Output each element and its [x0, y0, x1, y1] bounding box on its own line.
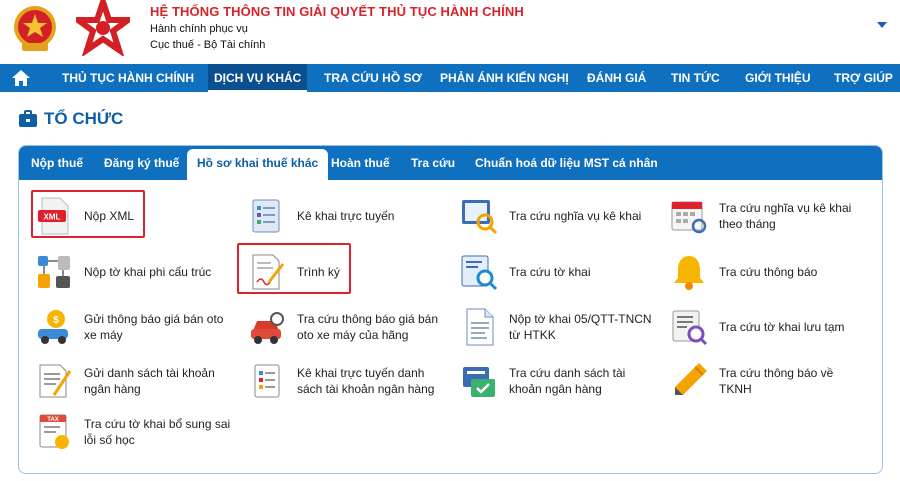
tab-tra-cuu[interactable]: Tra cứu [411, 146, 455, 180]
nav-item-dich-vu-khac[interactable]: DỊCH VỤ KHÁC [208, 64, 308, 92]
nav-item-tin-tuc[interactable]: TIN TỨC [671, 64, 720, 92]
home-icon[interactable] [12, 70, 30, 86]
car-lookup-icon [251, 312, 284, 344]
tab-bar: Nộp thuế Đăng ký thuế Hồ sơ khai thuế kh… [19, 146, 882, 180]
tax-logo-icon [76, 0, 130, 56]
service-label: Kê khai trực tuyến danh sách tài khoản n… [297, 366, 435, 396]
national-emblem-icon [14, 6, 56, 51]
service-nop-xml[interactable]: XML Nộp XML [34, 196, 134, 236]
service-label: Gửi thông báo giá bán oto xe máy [84, 312, 224, 342]
agency-name: Cục thuế - Bộ Tài chính [150, 39, 266, 51]
nav-item-thu-tuc[interactable]: THỦ TỤC HÀNH CHÍNH [62, 64, 194, 92]
service-ke-khai-danh-sach-tknh[interactable]: Kê khai trực tuyến danh sách tài khoản n… [247, 361, 447, 401]
document-icon [466, 308, 494, 346]
vehicle-price-icon: $ [38, 310, 68, 344]
svg-text:$: $ [53, 315, 59, 326]
chevron-down-icon[interactable] [877, 22, 887, 28]
main-nav: THỦ TỤC HÀNH CHÍNH DỊCH VỤ KHÁC TRA CỨU … [0, 64, 900, 92]
service-thong-bao-tknh[interactable]: Tra cứu thông báo về TKNH [669, 361, 869, 401]
section-title-text: TỔ CHỨC [44, 109, 124, 128]
nav-item-phan-anh[interactable]: PHẢN ÁNH KIẾN NGHỊ [440, 64, 569, 92]
service-label: Tra cứu tờ khai [509, 265, 591, 279]
service-nghia-vu-theo-thang[interactable]: Tra cứu nghĩa vụ kê khai theo tháng [669, 196, 869, 236]
service-tra-cuu-nghia-vu[interactable]: Tra cứu nghĩa vụ kê khai [459, 196, 641, 236]
service-label: Kê khai trực tuyến [297, 209, 395, 223]
service-ke-khai-truc-tuyen[interactable]: Kê khai trực tuyến [247, 196, 394, 236]
service-label: Tra cứu nghĩa vụ kê khai [509, 209, 642, 223]
service-nop-to-khai-phi-cau-truc[interactable]: Nộp tờ khai phi cấu trúc [34, 252, 211, 292]
nav-item-tra-cuu-ho-so[interactable]: TRA CỨU HỒ SƠ [324, 64, 422, 92]
svg-text:TAX: TAX [47, 417, 59, 423]
system-title: HỆ THỐNG THÔNG TIN GIẢI QUYẾT THỦ TỤC HÀ… [150, 4, 524, 19]
service-tra-cuu-gia-ban-hang[interactable]: Tra cứu thông báo giá bán oto xe máy của… [247, 307, 447, 347]
section-title: TỔ CHỨC [18, 108, 123, 130]
tab-hoan-thue[interactable]: Hoàn thuế [331, 146, 390, 180]
header: HỆ THỐNG THÔNG TIN GIẢI QUYẾT THỦ TỤC HÀ… [0, 0, 900, 64]
tab-dang-ky-thue[interactable]: Đăng ký thuế [104, 146, 179, 180]
service-bo-sung-sai-loi[interactable]: TAX Tra cứu tờ khai bổ sung sai lỗi số h… [34, 412, 234, 452]
bank-lookup-icon [463, 367, 495, 397]
unstructured-form-icon [38, 256, 70, 288]
pencil-icon [675, 363, 707, 395]
service-label: Trình ký [297, 265, 340, 279]
briefcase-icon [19, 110, 37, 127]
bank-list-icon [39, 364, 72, 398]
bell-icon [674, 256, 704, 290]
service-label: Tra cứu tờ khai bổ sung sai lỗi số học [84, 417, 231, 447]
services-panel: Nộp thuế Đăng ký thuế Hồ sơ khai thuế kh… [18, 145, 883, 474]
tab-ho-so-khai-thue-khac[interactable]: Hồ sơ khai thuế khác [187, 149, 329, 180]
draft-lookup-icon [672, 310, 708, 346]
service-tra-cuu-danh-sach-tknh[interactable]: Tra cứu danh sách tài khoản ngân hàng [459, 361, 659, 401]
service-label: Nộp tờ khai 05/QTT-TNCN từ HTKK [509, 312, 652, 342]
system-subtitle: Hành chính phục vụ [150, 23, 248, 35]
xml-file-icon: XML [38, 197, 69, 235]
service-label: Tra cứu danh sách tài khoản ngân hàng [509, 366, 626, 396]
service-tra-cuu-to-khai[interactable]: Tra cứu tờ khai [459, 252, 590, 292]
service-gui-thong-bao-gia-ban[interactable]: $ Gửi thông báo giá bán oto xe máy [34, 307, 234, 347]
online-declaration-icon [252, 199, 280, 233]
form-lookup-icon [461, 255, 498, 291]
service-tra-cuu-thong-bao[interactable]: Tra cứu thông báo [669, 252, 817, 292]
nav-item-danh-gia[interactable]: ĐÁNH GIÁ [587, 64, 646, 92]
tax-form-icon: TAX [39, 414, 69, 449]
service-gui-danh-sach-tknh[interactable]: Gửi danh sách tài khoản ngân hàng [34, 361, 234, 401]
svg-text:XML: XML [44, 213, 61, 222]
service-nop-to-khai-05[interactable]: Nộp tờ khai 05/QTT-TNCN từ HTKK [459, 307, 659, 347]
obligation-lookup-icon [462, 200, 498, 235]
service-to-khai-luu-tam[interactable]: Tra cứu tờ khai lưu tạm [669, 307, 845, 347]
tab-chuan-hoa[interactable]: Chuẩn hoá dữ liệu MST cá nhân [475, 146, 658, 180]
service-label: Tra cứu thông báo [719, 265, 818, 279]
service-label: Tra cứu thông báo về TKNH [719, 366, 834, 396]
service-label: Gửi danh sách tài khoản ngân hàng [84, 366, 215, 396]
bank-declaration-icon [254, 364, 280, 398]
monthly-calendar-icon [671, 201, 707, 234]
tab-nop-thue[interactable]: Nộp thuế [31, 146, 83, 180]
sign-document-icon [252, 254, 285, 290]
service-label: Tra cứu thông báo giá bán oto xe máy của… [297, 312, 439, 342]
service-label: Nộp XML [84, 209, 135, 223]
service-trinh-ky[interactable]: Trình ký [247, 252, 340, 292]
service-label: Tra cứu tờ khai lưu tạm [719, 320, 845, 334]
service-label: Nộp tờ khai phi cấu trúc [84, 265, 212, 279]
service-label: Tra cứu nghĩa vụ kê khai theo tháng [719, 201, 852, 231]
nav-item-gioi-thieu[interactable]: GIỚI THIỆU [745, 64, 811, 92]
nav-item-tro-giup[interactable]: TRỢ GIÚP [834, 64, 893, 92]
